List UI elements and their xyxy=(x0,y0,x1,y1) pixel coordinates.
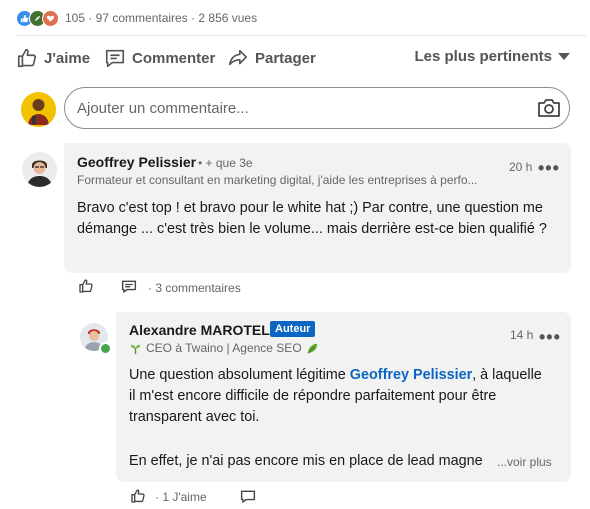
reply-timestamp: 14 h xyxy=(510,328,534,342)
connection-degree: • + que 3e xyxy=(198,156,253,170)
comment-author-name[interactable]: Geoffrey Pelissier xyxy=(77,154,196,170)
share-button[interactable]: Partager xyxy=(227,44,316,72)
add-comment-input[interactable] xyxy=(64,87,570,129)
comment-timestamp: 20 h xyxy=(509,160,533,174)
caret-down-icon xyxy=(558,53,570,60)
see-more-link[interactable]: ...voir plus xyxy=(497,455,552,469)
reply-text-start: Une question absolument légitime xyxy=(129,367,350,383)
commenter-avatar[interactable] xyxy=(22,152,57,187)
reply-like-icon[interactable] xyxy=(130,488,146,504)
headline-text: CEO à Twaino | Agence SEO xyxy=(146,341,302,355)
reply-text: Une question absolument légitime Geoffre… xyxy=(129,365,549,428)
share-arrow-icon xyxy=(228,49,248,66)
comment-like-icon[interactable] xyxy=(78,278,94,294)
sort-label: Les plus pertinents xyxy=(414,48,552,65)
leaf-icon xyxy=(307,343,317,353)
comment-label: Commenter xyxy=(132,49,216,67)
reply-author-name[interactable]: Alexandre MAROTEL xyxy=(129,322,270,338)
reply-text-second-paragraph: En effet, je n'ai pas encore mis en plac… xyxy=(129,453,483,469)
reply-author-headline: CEO à Twaino | Agence SEO xyxy=(129,341,319,355)
divider xyxy=(16,35,586,36)
reactions-comments-views[interactable]: 105 · 97 commentaires · 2 856 vues xyxy=(65,11,257,25)
author-badge: Auteur xyxy=(270,321,316,337)
thumbs-up-icon xyxy=(17,48,37,68)
reply-like-count[interactable]: · 1 J'aime xyxy=(155,490,207,504)
comment-reply-icon[interactable] xyxy=(121,280,137,294)
love-reaction-icon[interactable] xyxy=(42,9,59,27)
more-options-icon[interactable]: ••• xyxy=(538,159,560,177)
mention-link[interactable]: Geoffrey Pelissier xyxy=(350,367,472,383)
reply-reply-icon[interactable] xyxy=(240,490,256,504)
sprout-icon xyxy=(130,344,141,354)
more-options-icon[interactable]: ••• xyxy=(539,328,561,346)
current-user-avatar[interactable] xyxy=(21,92,56,127)
like-button[interactable]: J'aime xyxy=(16,44,90,72)
comment-button[interactable]: Commenter xyxy=(104,44,215,72)
like-label: J'aime xyxy=(44,49,91,67)
sort-dropdown[interactable]: Les plus pertinents xyxy=(414,48,570,65)
comment-text: Bravo c'est top ! et bravo pour le white… xyxy=(77,200,547,237)
camera-icon[interactable] xyxy=(537,97,561,119)
comment-icon xyxy=(105,49,125,68)
comment-author-headline: Formateur et consultant en marketing dig… xyxy=(77,173,478,187)
social-counts: 105 · 97 commentaires · 2 856 vues xyxy=(16,8,257,28)
replies-count[interactable]: · 3 commentaires xyxy=(148,281,241,295)
online-status-indicator xyxy=(99,342,112,355)
share-label: Partager xyxy=(255,49,316,67)
